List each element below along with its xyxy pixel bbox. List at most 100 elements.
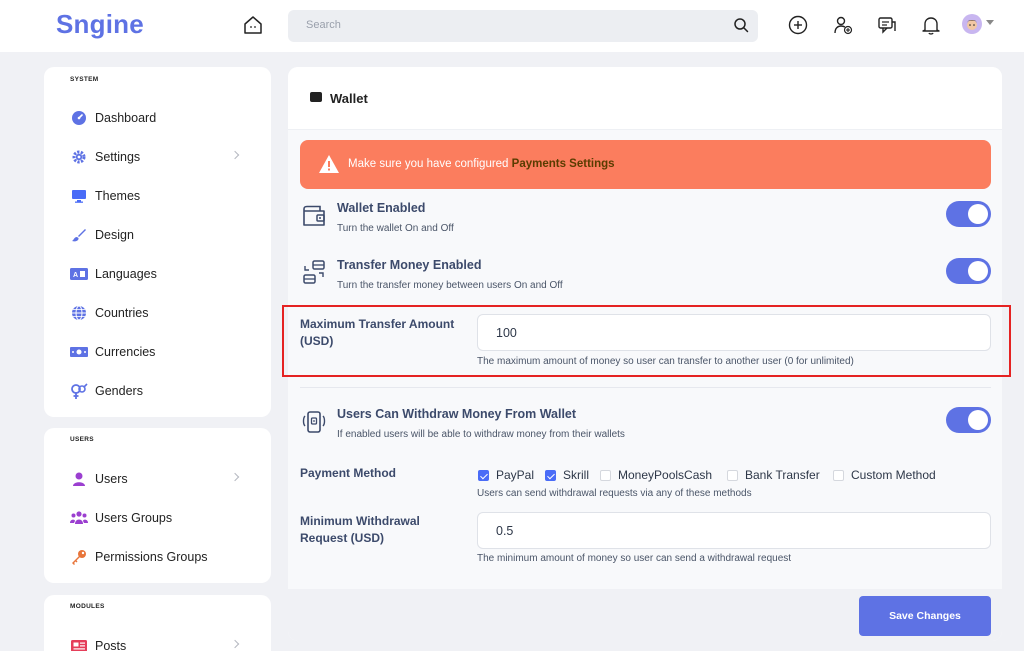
sidebar-item-label: Permissions Groups (95, 550, 208, 564)
page-title: Wallet (330, 91, 368, 106)
alert-message: Make sure you have configured (348, 158, 512, 170)
min-withdrawal-value: 0.5 (496, 524, 514, 538)
bank-transfer-label: Bank Transfer (745, 468, 820, 482)
moneypoolscash-checkbox[interactable] (600, 469, 611, 481)
sidebar-item-label: Countries (95, 306, 149, 320)
sidebar-item-languages[interactable]: A Languages (70, 261, 260, 287)
sidebar-item-label: Genders (95, 384, 143, 398)
min-withdrawal-input[interactable]: 0.5 (477, 512, 991, 549)
moneypoolscash-label: MoneyPoolsCash (618, 468, 713, 482)
transfer-arrows-icon (303, 260, 325, 284)
sidebar-item-label: Design (95, 228, 134, 242)
sidebar-item-design[interactable]: Design (70, 222, 260, 248)
sidebar-item-label: Themes (95, 189, 141, 203)
paypal-option[interactable]: PayPal (478, 468, 534, 482)
users-group-icon (70, 509, 88, 527)
warning-triangle-icon (319, 155, 339, 173)
add-circle-icon[interactable] (787, 14, 809, 36)
sidebar-item-dashboard[interactable]: Dashboard (70, 105, 260, 131)
sidebar-item-users-groups[interactable]: Users Groups (70, 505, 260, 531)
save-changes-button[interactable]: Save Changes (859, 596, 991, 636)
messages-icon[interactable] (876, 14, 898, 36)
monitor-icon (70, 187, 88, 205)
section-divider (300, 387, 991, 388)
sidebar-modules-card: MODULES Posts (44, 595, 271, 651)
avatar-face-icon (967, 20, 977, 30)
min-withdrawal-help: The minimum amount of money so user can … (477, 553, 792, 564)
logo[interactable]: Sngine (56, 9, 144, 40)
sidebar-item-settings[interactable]: Settings (70, 144, 260, 170)
search-icon[interactable] (732, 16, 750, 34)
language-icon: A (70, 265, 88, 283)
sidebar-item-label: Languages (95, 267, 157, 281)
add-user-icon[interactable] (832, 14, 854, 36)
phone-withdraw-icon (302, 411, 326, 433)
gear-icon (70, 148, 88, 166)
wallet-enabled-title: Wallet Enabled (337, 201, 426, 215)
transfer-enabled-title: Transfer Money Enabled (337, 258, 482, 272)
sidebar-item-label: Settings (95, 150, 141, 164)
money-bill-icon (70, 343, 88, 361)
sidebar-heading-modules: MODULES (70, 603, 105, 610)
payment-method-help: Users can send withdrawal requests via a… (477, 488, 752, 499)
avatar-dropdown-caret-icon[interactable] (986, 20, 994, 25)
min-withdrawal-label-line1: Minimum Withdrawal (300, 514, 420, 528)
sidebar-item-genders[interactable]: Genders (70, 378, 260, 404)
toggle-knob (968, 410, 988, 430)
card-header: Wallet (288, 67, 1002, 130)
globe-icon (70, 304, 88, 322)
sidebar-item-themes[interactable]: Themes (70, 183, 260, 209)
transfer-enabled-subtitle: Turn the transfer money between users On… (337, 280, 563, 291)
sidebar-users-card: USERS Users Users Groups Permissions Gro… (44, 428, 271, 583)
wallet-outline-icon (303, 205, 325, 226)
bank-transfer-checkbox[interactable] (727, 469, 738, 481)
sidebar-item-users[interactable]: Users (70, 466, 260, 492)
wallet-enabled-subtitle: Turn the wallet On and Off (337, 223, 454, 234)
paypal-label: PayPal (496, 468, 535, 482)
skrill-label: Skrill (563, 468, 589, 482)
transfer-enabled-toggle[interactable] (946, 258, 991, 284)
min-withdrawal-label: Minimum Withdrawal Request (USD) (300, 513, 420, 547)
sidebar-item-label: Users Groups (95, 511, 173, 525)
home-icon[interactable] (242, 14, 264, 36)
search-input[interactable]: Search (306, 19, 341, 31)
toggle-knob (968, 204, 988, 224)
chevron-right-icon (230, 639, 240, 649)
wallet-enabled-toggle[interactable] (946, 201, 991, 227)
svg-text:A: A (73, 272, 78, 279)
withdraw-toggle[interactable] (946, 407, 991, 433)
paint-brush-icon (70, 226, 88, 244)
dashboard-gauge-icon (70, 109, 88, 127)
skrill-option[interactable]: Skrill (545, 468, 589, 482)
newspaper-icon (70, 637, 88, 651)
paypal-checkbox[interactable] (478, 469, 489, 481)
top-bar: Sngine Search (0, 0, 1024, 52)
moneypoolscash-option[interactable]: MoneyPoolsCash (600, 468, 712, 482)
sidebar-item-label: Posts (95, 639, 127, 651)
notifications-bell-icon[interactable] (920, 14, 942, 36)
custom-method-option[interactable]: Custom Method (833, 468, 936, 482)
custom-method-checkbox[interactable] (833, 469, 844, 481)
user-icon (70, 470, 88, 488)
chevron-right-icon (230, 472, 240, 482)
sidebar-item-permissions-groups[interactable]: Permissions Groups (70, 544, 260, 570)
chevron-right-icon (230, 150, 240, 160)
sidebar-item-countries[interactable]: Countries (70, 300, 260, 326)
user-avatar[interactable] (962, 14, 982, 34)
skrill-checkbox[interactable] (545, 469, 556, 481)
sidebar-item-posts[interactable]: Posts (70, 633, 260, 651)
sidebar-system-card: SYSTEM Dashboard Settings Themes Design … (44, 67, 271, 417)
min-withdrawal-label-line2: Request (USD) (300, 531, 385, 545)
withdraw-subtitle: If enabled users will be able to withdra… (337, 429, 625, 440)
sidebar-item-currencies[interactable]: Currencies (70, 339, 260, 365)
withdraw-title: Users Can Withdraw Money From Wallet (337, 407, 577, 421)
search-bar[interactable]: Search (288, 10, 758, 42)
bank-transfer-option[interactable]: Bank Transfer (727, 468, 820, 482)
custom-method-label: Custom Method (851, 468, 936, 482)
highlight-box (282, 305, 1011, 377)
payments-settings-link[interactable]: Payments Settings (512, 158, 615, 170)
payments-warning-alert: Make sure you have configured Payments S… (300, 140, 991, 189)
payment-method-label: Payment Method (300, 466, 397, 480)
sidebar-item-label: Dashboard (95, 111, 157, 125)
sidebar-item-label: Users (95, 472, 128, 486)
